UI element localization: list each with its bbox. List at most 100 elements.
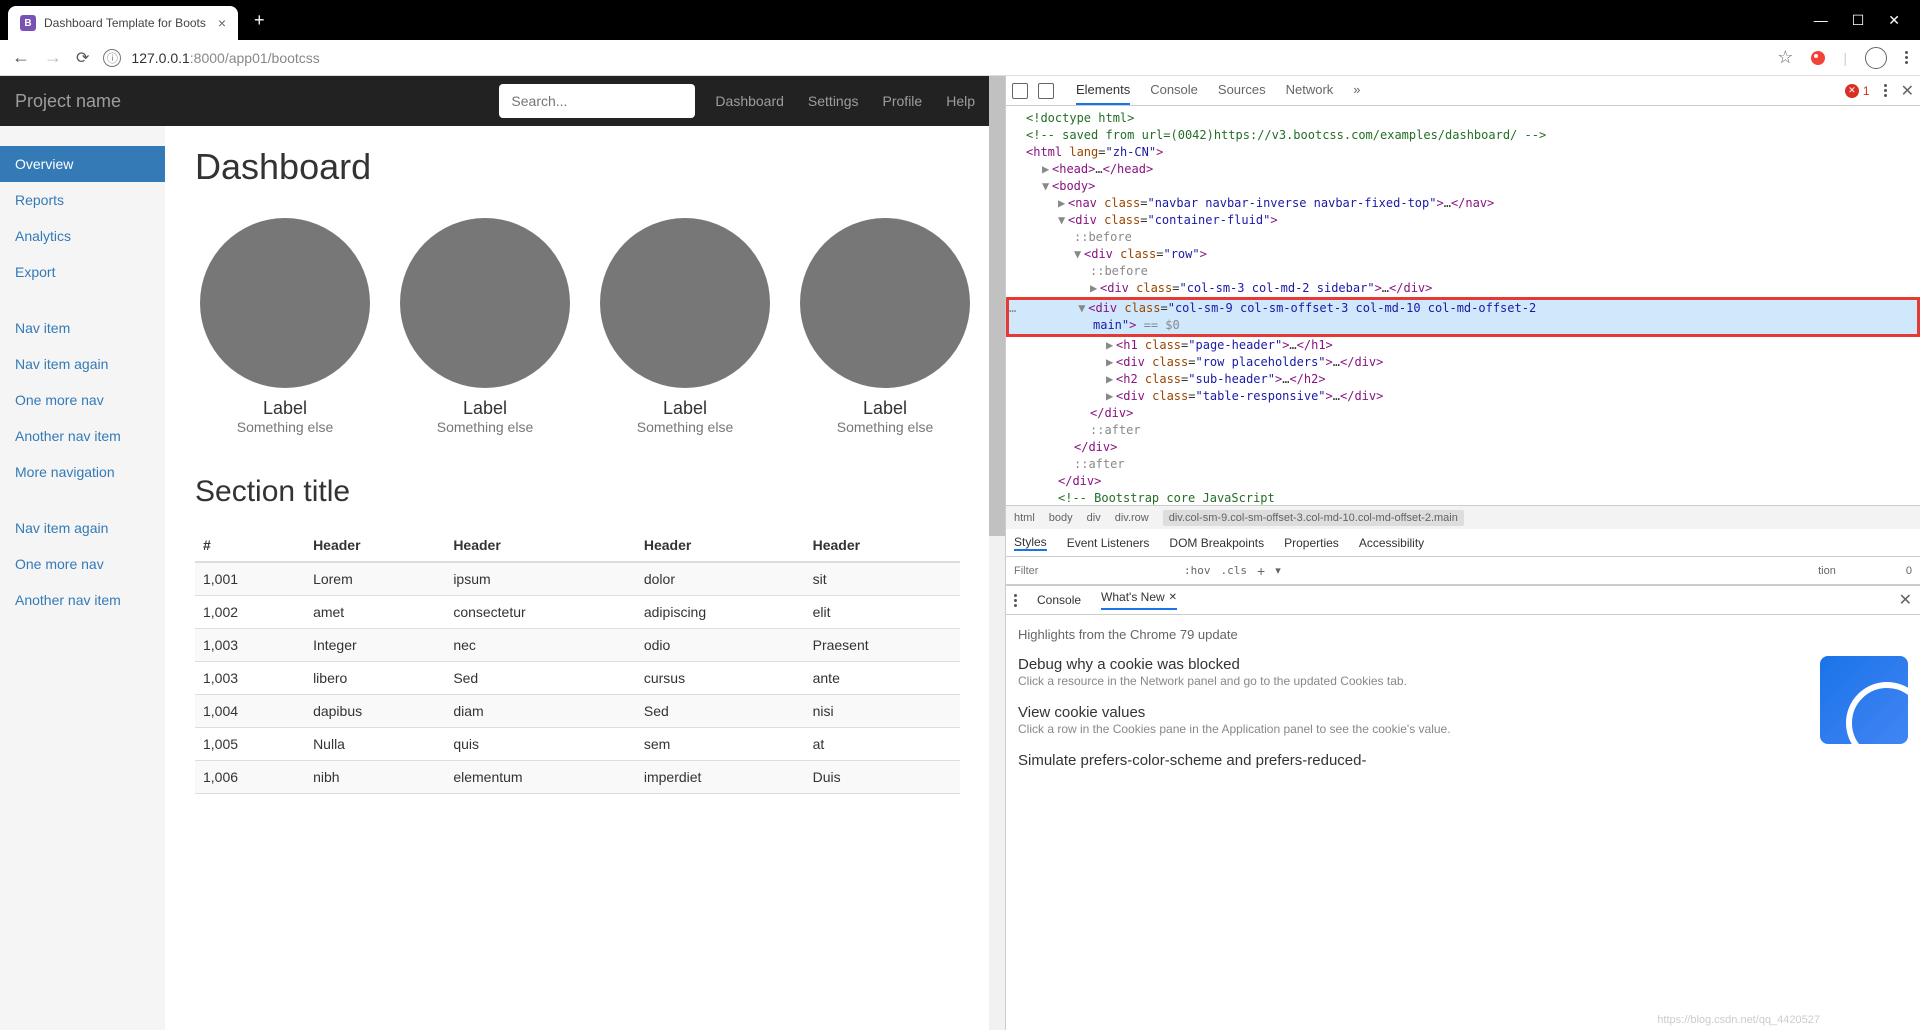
styles-tab[interactable]: Event Listeners: [1067, 536, 1150, 550]
devtools-menu-icon[interactable]: [1884, 84, 1887, 97]
tab-more-icon[interactable]: »: [1353, 76, 1360, 105]
profile-avatar[interactable]: [1865, 47, 1887, 69]
sidebar-item-export[interactable]: Export: [0, 254, 165, 290]
bookmark-icon[interactable]: ☆: [1777, 47, 1793, 68]
drawer-menu-icon[interactable]: [1014, 594, 1017, 607]
sidebar-item-reports[interactable]: Reports: [0, 182, 165, 218]
cls-toggle[interactable]: .cls: [1221, 564, 1248, 577]
inspect-icon[interactable]: [1012, 83, 1028, 99]
placeholder-label: Label: [800, 398, 970, 419]
styles-tab[interactable]: Accessibility: [1359, 536, 1424, 550]
sidebar-item[interactable]: Another nav item: [0, 582, 165, 618]
error-badge[interactable]: ✕1: [1845, 84, 1870, 98]
new-tab-button[interactable]: +: [254, 10, 265, 31]
extension-icon[interactable]: [1811, 51, 1825, 65]
info-icon[interactable]: ⓘ: [103, 49, 121, 67]
table-cell: nec: [445, 629, 636, 662]
devtools-close-icon[interactable]: ✕: [1901, 81, 1914, 101]
table-cell: Integer: [305, 629, 445, 662]
minimize-icon[interactable]: —: [1814, 12, 1828, 29]
device-toggle-icon[interactable]: [1038, 83, 1054, 99]
table-cell: consectetur: [445, 596, 636, 629]
drawer-tab-console[interactable]: Console: [1037, 593, 1081, 607]
styles-filter-input[interactable]: [1014, 565, 1174, 577]
table-cell: Sed: [445, 662, 636, 695]
table-cell: elementum: [445, 761, 636, 794]
table-header: Header: [445, 529, 636, 562]
table-cell: dolor: [636, 562, 805, 596]
favicon-icon: B: [20, 15, 36, 31]
sidebar-item[interactable]: One more nav: [0, 546, 165, 582]
navbar-brand[interactable]: Project name: [15, 91, 121, 112]
browser-tab-bar: B Dashboard Template for Boots × + — ☐ ✕: [0, 0, 1920, 40]
whatsnew-panel: Highlights from the Chrome 79 update Deb…: [1006, 615, 1920, 1030]
wn-item-title: Simulate prefers-color-scheme and prefer…: [1018, 752, 1804, 769]
sidebar-item-overview[interactable]: Overview: [0, 146, 165, 182]
url-path: :8000/app01/bootcss: [190, 50, 320, 66]
elements-tree[interactable]: <!doctype html> <!-- saved from url=(004…: [1006, 106, 1920, 505]
styles-tab[interactable]: Styles: [1014, 535, 1047, 551]
close-window-icon[interactable]: ✕: [1888, 12, 1900, 29]
main-content: Dashboard LabelSomething else LabelSomet…: [165, 126, 990, 1030]
sidebar-item[interactable]: Nav item: [0, 310, 165, 346]
sidebar-item[interactable]: Another nav item: [0, 418, 165, 454]
hov-toggle[interactable]: :hov: [1184, 564, 1211, 577]
table-cell: cursus: [636, 662, 805, 695]
placeholder-circle: [600, 218, 770, 388]
table-cell: adipiscing: [636, 596, 805, 629]
crumb-selected[interactable]: div.col-sm-9.col-sm-offset-3.col-md-10.c…: [1163, 510, 1464, 526]
maximize-icon[interactable]: ☐: [1852, 12, 1865, 29]
nav-link-profile[interactable]: Profile: [883, 93, 923, 109]
table-header: #: [195, 529, 305, 562]
drawer-tab-whatsnew[interactable]: What's New✕: [1101, 590, 1177, 610]
placeholder-label: Label: [600, 398, 770, 419]
sidebar-item[interactable]: Nav item again: [0, 346, 165, 382]
crumb[interactable]: html: [1014, 512, 1035, 524]
placeholder-card: LabelSomething else: [400, 218, 570, 435]
placeholder-circle: [800, 218, 970, 388]
breadcrumb[interactable]: html body div div.row div.col-sm-9.col-s…: [1006, 505, 1920, 529]
browser-tab[interactable]: B Dashboard Template for Boots ×: [8, 6, 238, 40]
url-host: 127.0.0.1: [131, 50, 189, 66]
styles-tab[interactable]: DOM Breakpoints: [1169, 536, 1264, 550]
address-bar[interactable]: ⓘ 127.0.0.1:8000/app01/bootcss: [103, 49, 1763, 67]
crumb[interactable]: div: [1087, 512, 1101, 524]
add-rule-icon[interactable]: +: [1257, 563, 1265, 579]
chevron-down-icon[interactable]: ▾: [1275, 564, 1281, 577]
table-cell: 1,001: [195, 562, 305, 596]
reload-button[interactable]: ⟳: [76, 48, 89, 68]
nav-link-dashboard[interactable]: Dashboard: [715, 93, 784, 109]
tab-sources[interactable]: Sources: [1218, 76, 1266, 105]
table-cell: ante: [805, 662, 960, 695]
scrollbar[interactable]: [989, 76, 1005, 1030]
section-title: Section title: [195, 475, 960, 509]
nav-link-settings[interactable]: Settings: [808, 93, 859, 109]
tab-console[interactable]: Console: [1150, 76, 1198, 105]
sidebar-item[interactable]: Nav item again: [0, 510, 165, 546]
table-cell: nibh: [305, 761, 445, 794]
back-button[interactable]: ←: [12, 47, 30, 68]
forward-button[interactable]: →: [44, 47, 62, 68]
table-cell: Sed: [636, 695, 805, 728]
sidebar-item[interactable]: One more nav: [0, 382, 165, 418]
nav-link-help[interactable]: Help: [946, 93, 975, 109]
close-icon[interactable]: ×: [218, 15, 226, 31]
sidebar: Overview Reports Analytics Export Nav it…: [0, 126, 165, 1030]
drawer-close-icon[interactable]: ✕: [1899, 590, 1912, 610]
table-cell: amet: [305, 596, 445, 629]
styles-tab[interactable]: Properties: [1284, 536, 1339, 550]
devtools-logo: [1820, 656, 1908, 744]
tab-elements[interactable]: Elements: [1076, 76, 1130, 105]
placeholder-card: LabelSomething else: [800, 218, 970, 435]
placeholder-sub: Something else: [600, 419, 770, 435]
table-cell: dapibus: [305, 695, 445, 728]
tab-network[interactable]: Network: [1286, 76, 1334, 105]
crumb[interactable]: body: [1049, 512, 1073, 524]
search-input[interactable]: [499, 84, 695, 118]
sidebar-item[interactable]: More navigation: [0, 454, 165, 490]
browser-menu-icon[interactable]: [1905, 51, 1908, 64]
table-cell: 1,005: [195, 728, 305, 761]
placeholder-sub: Something else: [400, 419, 570, 435]
crumb[interactable]: div.row: [1115, 512, 1149, 524]
sidebar-item-analytics[interactable]: Analytics: [0, 218, 165, 254]
